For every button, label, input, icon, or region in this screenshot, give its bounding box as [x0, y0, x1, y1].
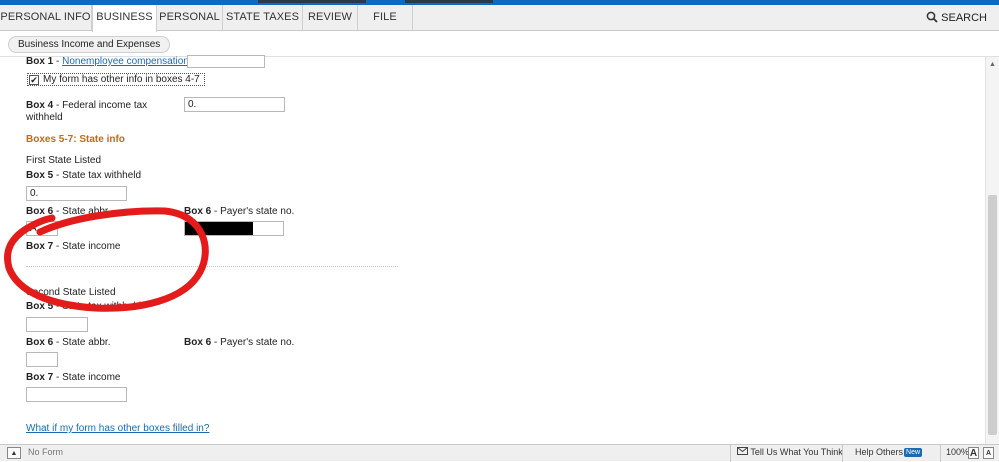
tab-personal-info[interactable]: PERSONAL INFO: [0, 5, 92, 31]
state-divider: [26, 266, 398, 267]
mail-icon: [737, 447, 748, 457]
stripe-notch: [258, 0, 366, 3]
new-badge: New: [904, 448, 923, 457]
box4-label: Box 4 - Federal income tax withheld: [26, 100, 148, 123]
tab-review[interactable]: REVIEW: [303, 5, 358, 31]
red-annotation-circle: [4, 207, 209, 312]
feedback-label: Tell Us What You Think: [750, 447, 843, 457]
status-separator: [842, 445, 843, 462]
second-box5-input[interactable]: [26, 317, 88, 332]
font-size-small-button[interactable]: A: [983, 447, 994, 459]
stripe-notch: [405, 0, 493, 3]
first-state-heading: First State Listed: [26, 155, 102, 166]
box1-input[interactable]: [187, 55, 265, 68]
arrow-up-icon[interactable]: ▲: [7, 447, 21, 459]
second-box6-payer-label: Box 6 - Payer's state no.: [184, 337, 295, 348]
box1-label: Box 1 - Nonemployee compensation: [26, 56, 189, 67]
scrollbar-thumb[interactable]: [988, 195, 997, 435]
other-boxes-help-link[interactable]: What if my form has other boxes filled i…: [26, 423, 209, 435]
status-separator: [940, 445, 941, 462]
box4-input[interactable]: 0.: [184, 97, 285, 112]
help-others-button[interactable]: Help Others New: [855, 447, 923, 459]
search-label: SEARCH: [941, 12, 987, 24]
first-box6-abbr-input[interactable]: A: [26, 221, 58, 236]
breadcrumb-bar: Business Income and Expenses: [0, 32, 999, 57]
zoom-level: 100%: [946, 447, 970, 457]
search-icon: [926, 11, 941, 24]
first-box5-label: Box 5 - State tax withheld: [26, 170, 142, 181]
checkbox-checked-icon[interactable]: ✔: [29, 75, 39, 85]
other-info-checkbox[interactable]: ✔ My form has other info in boxes 4-7: [27, 73, 205, 86]
tab-business[interactable]: BUSINESS: [92, 5, 157, 32]
breadcrumb[interactable]: Business Income and Expenses: [8, 36, 171, 53]
search-button[interactable]: SEARCH: [926, 5, 987, 31]
first-box6-payer-label: Box 6 - Payer's state no.: [184, 206, 295, 217]
help-others-label: Help Others: [855, 447, 904, 457]
tab-file[interactable]: FILE: [358, 5, 413, 31]
second-box5-label: Box 5 - State tax withheld: [26, 301, 142, 312]
form-status: No Form: [28, 447, 64, 457]
tab-state-taxes[interactable]: STATE TAXES: [223, 5, 303, 31]
nonemployee-compensation-link[interactable]: Nonemployee compensation: [62, 56, 189, 67]
main-nav: PERSONAL INFO BUSINESS PERSONAL STATE TA…: [0, 5, 999, 32]
first-box5-input[interactable]: 0.: [26, 186, 127, 201]
state-info-title: Boxes 5-7: State info: [26, 134, 125, 145]
redaction-block: [185, 222, 253, 235]
second-state-heading: Second State Listed: [26, 287, 116, 298]
other-info-label: My form has other info in boxes 4-7: [43, 74, 200, 85]
status-bar: ▲ No Form Tell Us What You Think Help Ot…: [0, 444, 999, 462]
feedback-button[interactable]: Tell Us What You Think: [737, 447, 843, 459]
first-box7-label: Box 7 - State income: [26, 241, 121, 252]
first-box6-abbr-label: Box 6 - State abbr.: [26, 206, 111, 217]
second-box6-abbr-label: Box 6 - State abbr.: [26, 337, 111, 348]
second-box7-label: Box 7 - State income: [26, 372, 121, 383]
arrow-up-icon[interactable]: ▲: [989, 61, 996, 68]
second-box7-input[interactable]: [26, 387, 127, 402]
tab-personal[interactable]: PERSONAL: [157, 5, 223, 31]
font-size-large-button[interactable]: A: [968, 447, 979, 459]
status-separator: [730, 445, 731, 462]
second-box6-abbr-input[interactable]: [26, 352, 58, 367]
vertical-scrollbar[interactable]: ▲: [985, 57, 999, 444]
